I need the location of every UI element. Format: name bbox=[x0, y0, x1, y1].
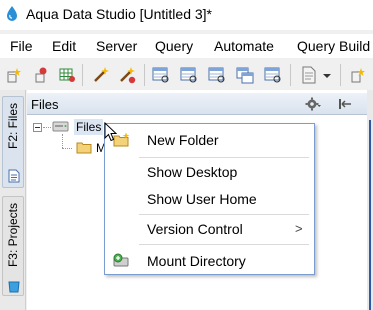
toolbar-separator bbox=[144, 64, 145, 86]
menu-query-builder[interactable]: Query Build bbox=[297, 38, 370, 54]
toolbar-separator bbox=[340, 64, 341, 86]
toolbar bbox=[0, 58, 373, 90]
side-tab-bar: F2: Files F3: Projects bbox=[0, 90, 26, 310]
table-export-icon[interactable] bbox=[264, 66, 282, 84]
table-compare-icon[interactable] bbox=[236, 66, 254, 84]
app-window: Aqua Data Studio [Untitled 3]* File Edit… bbox=[0, 0, 373, 310]
tree-root-label[interactable]: Files bbox=[74, 119, 104, 135]
tab-projects-label: F3: Projects bbox=[6, 203, 20, 268]
mount-directory-menu-item[interactable]: Mount Directory bbox=[105, 249, 314, 273]
pin-panel-icon[interactable] bbox=[337, 96, 353, 112]
bucket-icon bbox=[8, 281, 20, 293]
wand-stop-icon[interactable] bbox=[118, 66, 136, 84]
file-icon bbox=[8, 169, 20, 183]
context-menu: New Folder Show Desktop Show User Home V… bbox=[104, 123, 315, 275]
dropdown-icon[interactable] bbox=[322, 66, 332, 84]
menu-query[interactable]: Query bbox=[155, 38, 193, 54]
show-desktop-menu-item[interactable]: Show Desktop bbox=[105, 160, 314, 184]
menu-file[interactable]: File bbox=[10, 38, 33, 54]
mouse-cursor-icon bbox=[104, 122, 118, 142]
gear-icon[interactable] bbox=[305, 96, 321, 112]
table-edit-icon[interactable] bbox=[180, 66, 198, 84]
toolbar-separator bbox=[82, 64, 83, 86]
title-bar: Aqua Data Studio [Untitled 3]* bbox=[0, 0, 373, 30]
tree-connector bbox=[43, 127, 51, 128]
editor-edge bbox=[367, 90, 373, 310]
menu-separator bbox=[139, 157, 309, 158]
menu-separator bbox=[139, 244, 309, 245]
submenu-arrow-icon: > bbox=[295, 221, 303, 236]
tree-connector bbox=[62, 134, 63, 148]
new-folder-menu-item[interactable]: New Folder bbox=[105, 128, 314, 152]
mount-directory-label: Mount Directory bbox=[147, 253, 246, 269]
show-user-home-label: Show User Home bbox=[147, 191, 257, 207]
tree-collapse-toggle[interactable] bbox=[33, 123, 42, 132]
window-title: Aqua Data Studio [Untitled 3]* bbox=[26, 6, 213, 22]
files-panel-title: Files bbox=[31, 97, 59, 112]
menu-edit[interactable]: Edit bbox=[52, 38, 76, 54]
files-panel-header: Files bbox=[27, 93, 367, 115]
menu-bar: File Edit Server Query Automate Query Bu… bbox=[0, 34, 373, 58]
document-icon[interactable] bbox=[300, 66, 318, 84]
version-control-menu-item[interactable]: Version Control > bbox=[105, 217, 314, 241]
grid-icon[interactable] bbox=[58, 66, 76, 84]
show-desktop-label: Show Desktop bbox=[147, 164, 238, 180]
folder-icon bbox=[76, 142, 92, 154]
pin-icon[interactable] bbox=[32, 66, 50, 84]
menu-separator bbox=[139, 214, 309, 215]
mount-directory-icon bbox=[113, 253, 129, 267]
wand-icon[interactable] bbox=[92, 66, 110, 84]
table-icon[interactable] bbox=[152, 66, 170, 84]
tab-files-label: F2: Files bbox=[6, 103, 20, 150]
new-folder-label: New Folder bbox=[147, 132, 219, 148]
tree-connector bbox=[62, 148, 72, 149]
files-root-icon bbox=[52, 121, 69, 132]
table-view-icon[interactable] bbox=[208, 66, 226, 84]
menu-automate[interactable]: Automate bbox=[214, 38, 274, 54]
menu-server[interactable]: Server bbox=[96, 38, 137, 54]
tab-projects[interactable]: F3: Projects bbox=[2, 196, 24, 296]
show-user-home-menu-item[interactable]: Show User Home bbox=[105, 187, 314, 211]
toolbar-separator bbox=[290, 64, 291, 86]
tab-files[interactable]: F2: Files bbox=[2, 96, 24, 188]
new-sql-icon[interactable] bbox=[6, 66, 24, 84]
new-sql-icon[interactable] bbox=[350, 66, 368, 84]
version-control-label: Version Control bbox=[147, 221, 243, 237]
aqua-data-studio-icon bbox=[7, 6, 17, 21]
